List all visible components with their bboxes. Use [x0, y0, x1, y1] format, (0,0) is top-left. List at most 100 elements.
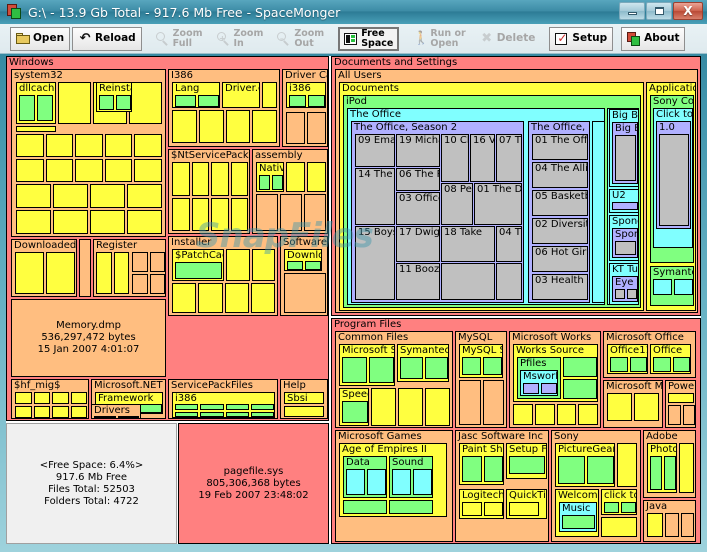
- file-block[interactable]: [483, 502, 503, 516]
- folder-native-images[interactable]: NativeI: [256, 162, 284, 192]
- folder-photoshop[interactable]: Photoshop: [647, 443, 677, 493]
- file-block[interactable]: [425, 357, 448, 379]
- folder-download[interactable]: Downlo: [284, 249, 322, 271]
- file-block[interactable]: [104, 134, 133, 157]
- file-block[interactable]: [604, 502, 619, 513]
- file-block[interactable]: [198, 110, 224, 143]
- file-block[interactable]: [342, 401, 368, 423]
- file-block[interactable]: [672, 357, 690, 372]
- folder-drivers[interactable]: Drivers: [91, 404, 141, 419]
- folder-ntservicepack-uninstall[interactable]: $NtServicePackU: [168, 149, 250, 234]
- folder-music[interactable]: Music: [559, 502, 597, 532]
- file-block[interactable]: [578, 404, 598, 425]
- file-block[interactable]: [615, 135, 636, 181]
- file-block[interactable]: [132, 274, 148, 294]
- file-episode[interactable]: 03 Health C: [532, 274, 588, 300]
- folder-click-to-dvd-pf[interactable]: click to d: [601, 489, 637, 515]
- file-block[interactable]: [615, 289, 625, 299]
- folder-jasc-software-inc[interactable]: Jasc Software Inc Paint Shop Setup Fil Logi…: [455, 430, 549, 542]
- folder-program-files[interactable]: Program Files Common Files Microsoft Sh Sym…: [331, 318, 701, 544]
- file-block[interactable]: [172, 162, 190, 196]
- file-block[interactable]: [16, 210, 51, 234]
- folder-powerquest[interactable]: PowerQu: [665, 380, 696, 428]
- folder-speech[interactable]: Speech: [339, 388, 369, 426]
- folder-spongebob[interactable]: SpongeBo SpongeB: [609, 215, 638, 261]
- file-episode[interactable]: 04 The Allia: [532, 162, 588, 188]
- file-block[interactable]: [52, 392, 69, 404]
- file-block[interactable]: [127, 210, 162, 234]
- file-block[interactable]: [172, 110, 197, 143]
- file-block[interactable]: [58, 82, 92, 124]
- run-or-open-button[interactable]: 🚶 Run or Open: [407, 27, 471, 51]
- folder-lang[interactable]: Lang: [172, 82, 220, 108]
- setup-button[interactable]: ✓ Setup: [549, 26, 614, 51]
- file-block[interactable]: [128, 82, 162, 124]
- file-episode[interactable]: [441, 263, 495, 300]
- file-block[interactable]: [674, 279, 693, 295]
- folder-help[interactable]: Help Sbsi: [280, 379, 328, 419]
- file-block[interactable]: [132, 252, 148, 272]
- file-block[interactable]: [191, 162, 209, 196]
- file-episode[interactable]: 08 Performa: [441, 183, 473, 225]
- folder-i386-dc[interactable]: i386: [286, 82, 326, 108]
- file-block[interactable]: [191, 198, 209, 231]
- file-block[interactable]: [211, 198, 229, 231]
- folder-registered-packages[interactable]: Register: [93, 239, 166, 297]
- file-block[interactable]: [19, 95, 35, 121]
- file-block[interactable]: [250, 283, 275, 313]
- folder-spongebob-2[interactable]: SpongeB: [612, 228, 638, 258]
- file-episode[interactable]: 06 Hot Girl.m: [532, 246, 588, 272]
- file-block[interactable]: [634, 393, 659, 421]
- file-block[interactable]: [46, 252, 75, 294]
- file-pagefile-sys[interactable]: pagefile.sys 805,306,368 bytes 19 Feb 2007…: [178, 423, 329, 544]
- folder-microsoft-money[interactable]: Microsoft M: [603, 380, 663, 428]
- folder-picturegear-studio[interactable]: PictureGear St: [555, 443, 615, 487]
- file-block[interactable]: [647, 513, 663, 537]
- delete-button[interactable]: ✖ Delete: [474, 27, 542, 51]
- file-episode[interactable]: 14 The Ca: [355, 168, 395, 225]
- folder-mysql-server[interactable]: MySQL Se: [459, 344, 503, 378]
- file-episode[interactable]: 01 The Dundi: [474, 183, 522, 225]
- file-block[interactable]: [230, 198, 248, 231]
- folder-u2[interactable]: U2: [609, 189, 638, 213]
- file-block[interactable]: [513, 404, 533, 425]
- file-block[interactable]: [53, 184, 88, 208]
- file-block[interactable]: [400, 357, 423, 379]
- file-block[interactable]: [558, 456, 585, 484]
- file-block[interactable]: [175, 411, 199, 417]
- file-block[interactable]: [653, 279, 672, 295]
- folder-driver-cache[interactable]: Driver Cach i386: [282, 69, 328, 147]
- folder-i386-spf[interactable]: i386: [172, 392, 275, 418]
- file-block[interactable]: [284, 406, 324, 417]
- folder-sony[interactable]: Sony PictureGear St Welcome t Music click to…: [551, 430, 641, 542]
- file-block[interactable]: [342, 357, 367, 383]
- file-block[interactable]: [398, 388, 423, 426]
- file-block[interactable]: [79, 239, 91, 297]
- folder-dllcache[interactable]: dllcache: [16, 82, 56, 124]
- file-block[interactable]: [534, 404, 555, 425]
- folder-age-of-empires-2[interactable]: Age of Empires II Data Sound: [339, 443, 447, 517]
- folder-setup-files[interactable]: Setup Fil: [506, 443, 547, 479]
- folder-windows[interactable]: Windows system32 dllcache Reinstall Download…: [6, 56, 329, 421]
- file-block[interactable]: [482, 380, 504, 425]
- file-driver-cab[interactable]: Driver.c: [222, 82, 260, 108]
- file-block[interactable]: [541, 383, 557, 394]
- file-episode[interactable]: 16 Valentine': [470, 134, 495, 182]
- folder-quicktime[interactable]: QuickTime: [506, 489, 547, 519]
- folder-ipod[interactable]: iPod The Office The Office, Season 2 09 Ema…: [343, 95, 641, 308]
- folder-kt-tunstall[interactable]: KT Tunst Eye to th: [609, 263, 638, 304]
- file-block[interactable]: [113, 252, 129, 294]
- file-block[interactable]: [230, 162, 248, 196]
- file-block[interactable]: [629, 357, 647, 372]
- file-block[interactable]: [680, 513, 694, 537]
- file-block[interactable]: [462, 456, 482, 482]
- free-space-block[interactable]: <Free Space: 6.4%> 917.6 Mb Free Files Tot…: [6, 423, 177, 544]
- file-block[interactable]: [52, 406, 69, 418]
- file-block[interactable]: [389, 500, 433, 514]
- maximize-button[interactable]: [646, 2, 672, 20]
- file-block[interactable]: [225, 411, 249, 417]
- file-block[interactable]: [425, 388, 450, 426]
- about-button[interactable]: About: [621, 26, 686, 51]
- folder-the-office-season-2[interactable]: The Office, Season 2 09 Email S 19 Micha 10…: [351, 121, 524, 303]
- file-block[interactable]: [16, 159, 44, 182]
